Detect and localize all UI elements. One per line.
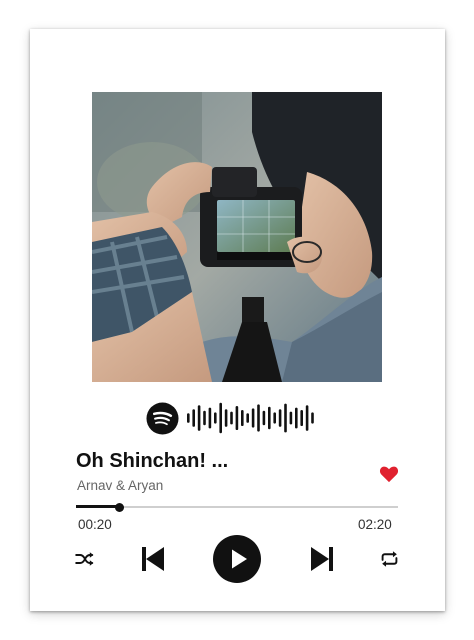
play-button[interactable] bbox=[213, 535, 261, 583]
spotify-logo-icon bbox=[146, 401, 179, 435]
code-bar bbox=[278, 409, 282, 427]
album-artwork bbox=[92, 92, 382, 382]
repeat-icon[interactable] bbox=[380, 550, 399, 568]
code-bar bbox=[208, 407, 212, 429]
elapsed-time: 00:20 bbox=[78, 517, 112, 532]
code-bar bbox=[203, 410, 206, 426]
code-bar bbox=[300, 410, 303, 426]
track-artist: Arnav & Aryan bbox=[77, 478, 164, 493]
code-bar bbox=[311, 412, 314, 424]
skip-next-icon[interactable] bbox=[311, 547, 333, 571]
skip-previous-icon[interactable] bbox=[142, 547, 164, 571]
code-bar bbox=[214, 412, 217, 424]
progress-slider[interactable] bbox=[76, 503, 398, 512]
code-bar bbox=[268, 406, 271, 430]
code-bar bbox=[273, 412, 276, 424]
photographer-with-camera-image bbox=[92, 92, 382, 382]
code-bar bbox=[197, 405, 201, 431]
progress-knob[interactable] bbox=[115, 503, 125, 512]
code-bar bbox=[257, 404, 260, 432]
code-bar bbox=[235, 406, 239, 430]
shuffle-icon[interactable] bbox=[75, 551, 95, 567]
spotify-code bbox=[146, 401, 317, 435]
spotify-code-bars bbox=[187, 402, 314, 434]
code-bar bbox=[289, 411, 293, 425]
code-bar bbox=[192, 409, 195, 427]
code-bar bbox=[251, 408, 255, 428]
progress-fill bbox=[76, 505, 120, 508]
code-bar bbox=[219, 402, 222, 434]
code-bar bbox=[246, 413, 249, 423]
code-bar bbox=[262, 410, 266, 426]
progress-track bbox=[76, 506, 398, 508]
code-bar bbox=[284, 403, 287, 433]
music-poster-card: Oh Shinchan! ... Arnav & Aryan 00:20 02:… bbox=[30, 29, 445, 611]
code-bar bbox=[295, 407, 298, 429]
code-bar bbox=[230, 411, 233, 425]
track-title: Oh Shinchan! ... bbox=[76, 450, 229, 472]
code-bar bbox=[305, 405, 309, 431]
code-bar bbox=[187, 413, 190, 423]
total-time: 02:20 bbox=[358, 517, 392, 532]
code-bar bbox=[241, 410, 244, 426]
heart-icon[interactable] bbox=[379, 465, 399, 483]
code-bar bbox=[224, 409, 228, 427]
